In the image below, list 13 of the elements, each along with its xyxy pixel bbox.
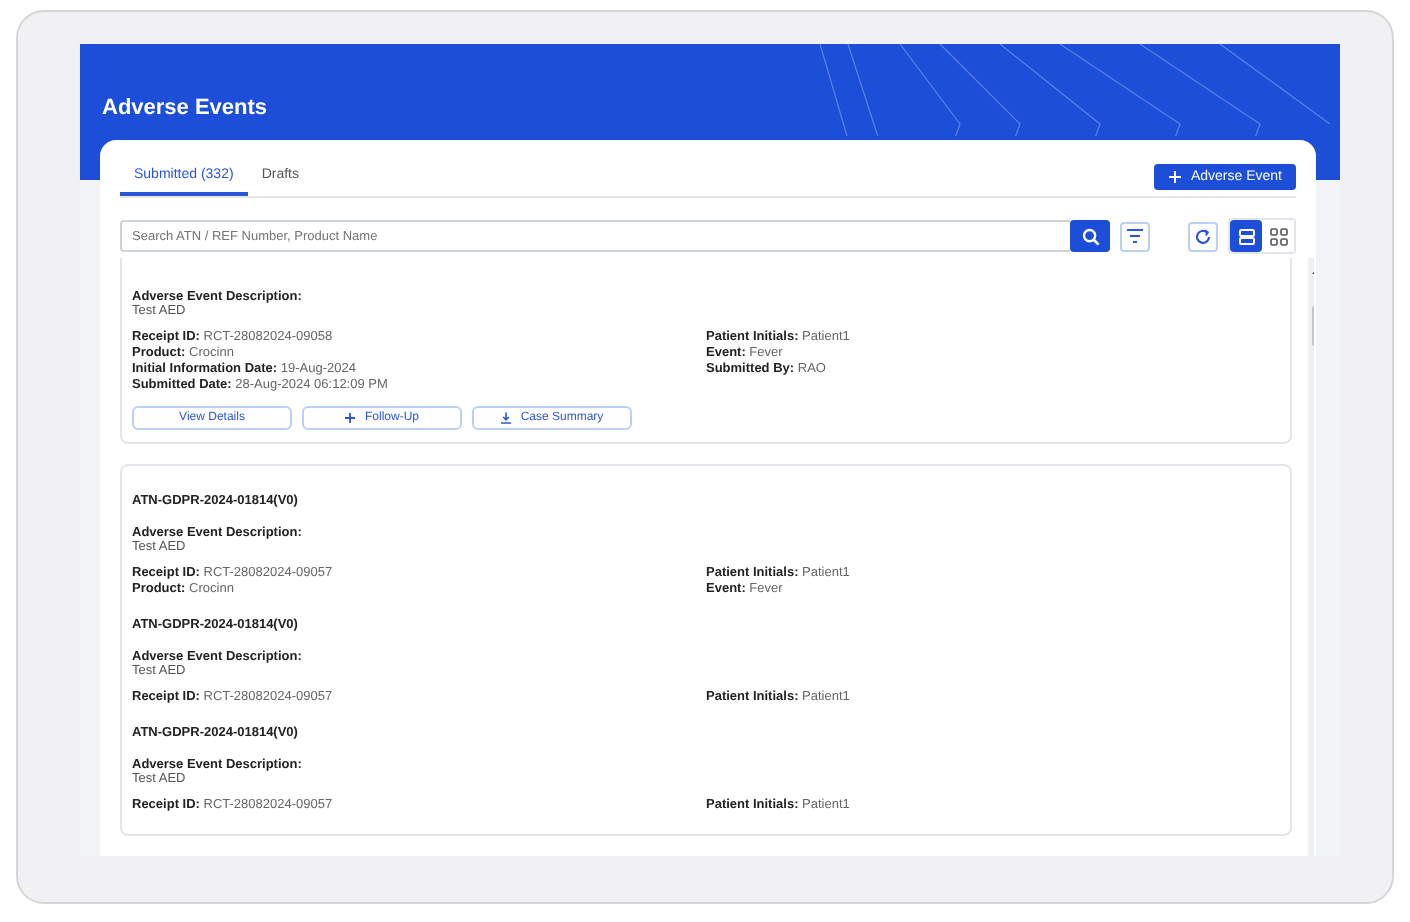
page-title: Adverse Events xyxy=(102,96,268,120)
search-icon xyxy=(1081,227,1099,245)
plus-icon xyxy=(344,412,357,424)
search-button[interactable] xyxy=(1070,220,1110,252)
grid-view-icon xyxy=(1269,227,1287,245)
list-view-button[interactable] xyxy=(1230,220,1262,252)
list-view-icon xyxy=(1237,227,1255,245)
plus-icon xyxy=(1168,169,1183,183)
download-icon xyxy=(500,412,513,424)
filter-button[interactable] xyxy=(1120,221,1150,251)
refresh-button[interactable] xyxy=(1188,221,1218,251)
filter-icon xyxy=(1126,228,1144,244)
refresh-icon xyxy=(1194,227,1212,245)
